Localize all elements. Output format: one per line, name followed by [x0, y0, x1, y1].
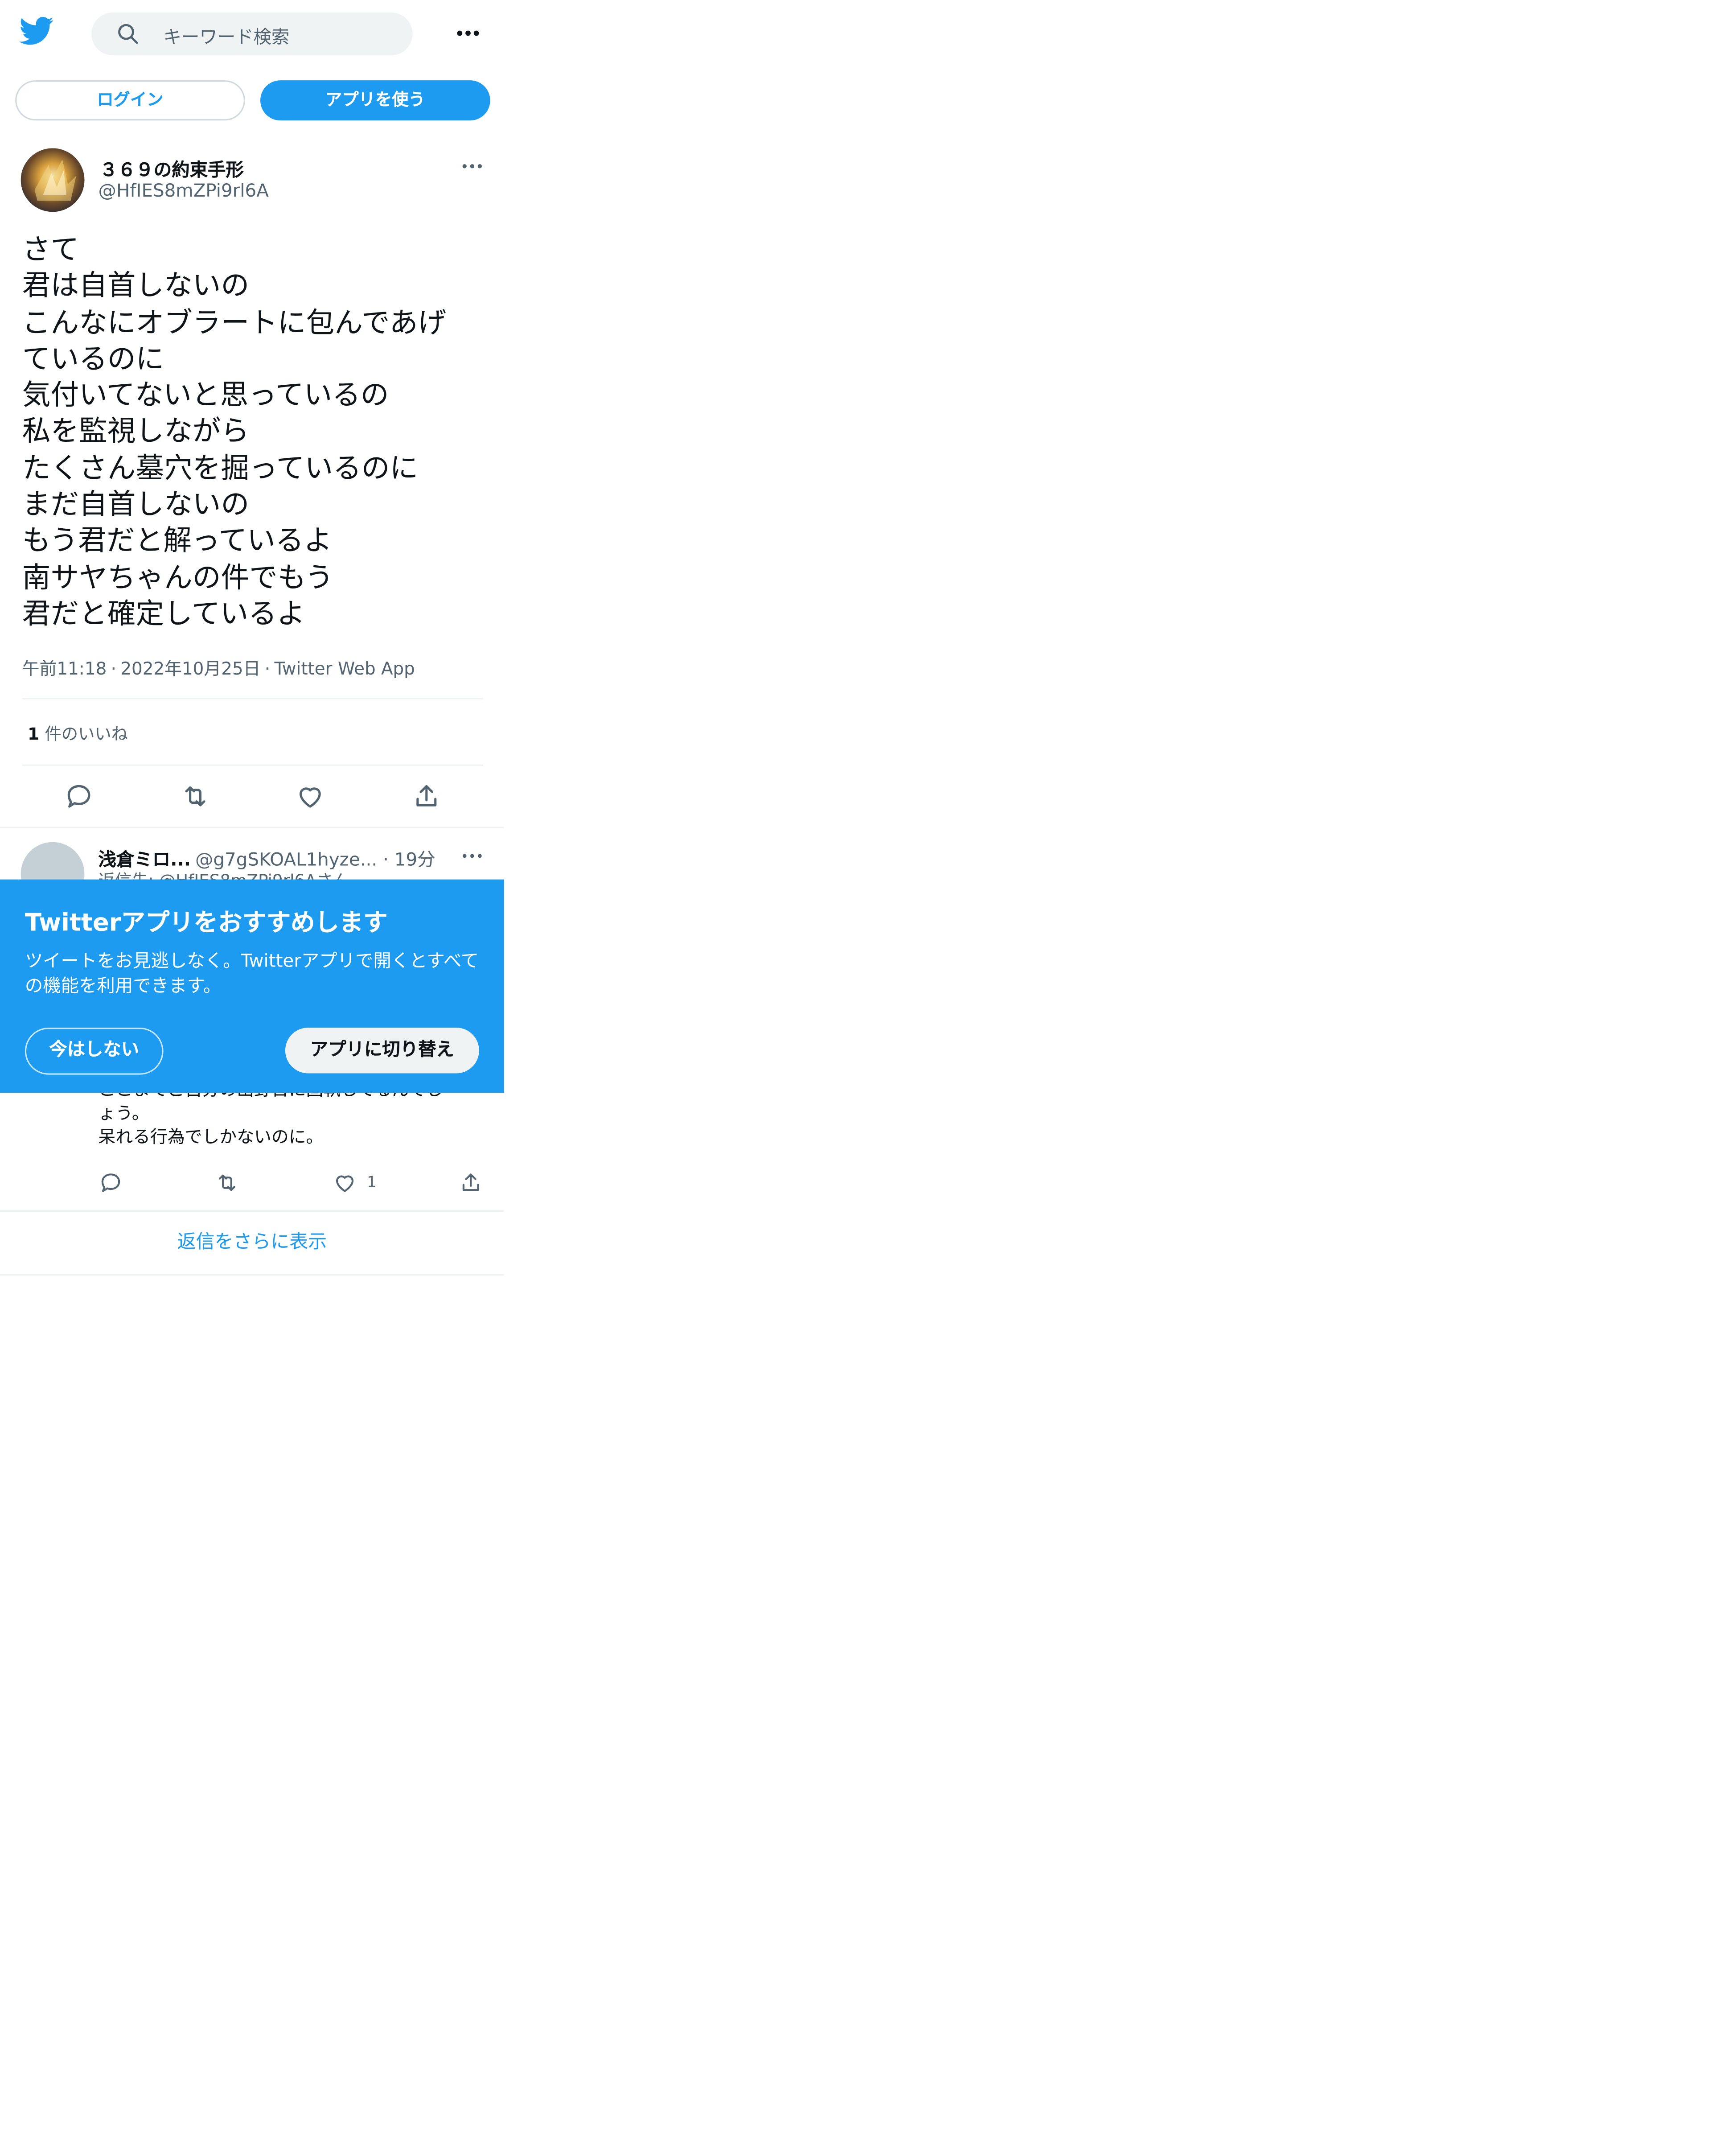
top-bar: キーワード検索 — [0, 0, 504, 66]
tweet-meta: 午前11:18 · 2022年10月25日 · Twitter Web App — [22, 654, 415, 680]
page: キーワード検索 ログイン アプリを使う ３６９の約束手形 @HfIES8mZPi… — [0, 0, 1717, 2156]
more-icon[interactable] — [454, 19, 482, 47]
more-icon[interactable] — [458, 154, 486, 179]
divider — [0, 1274, 504, 1276]
tweet-text-line: 気付いてないと思っているの — [22, 378, 389, 412]
reply-text-line: ょう。 — [98, 1102, 149, 1123]
likes-count[interactable]: 1 件のいいね — [28, 721, 128, 745]
divider — [22, 764, 484, 766]
switch-to-app-button[interactable]: アプリに切り替え — [285, 1028, 479, 1074]
tweet-text-line: 南サヤちゃんの件でもう — [22, 560, 334, 594]
tweet-date[interactable]: 2022年10月25日 — [120, 658, 260, 679]
banner-description: ツイートをお見逃しなく。Twitterアプリで開くとすべての機能を利用できます。 — [25, 951, 479, 997]
like-icon[interactable] — [333, 1170, 357, 1195]
tweet-display-name[interactable]: ３６９の約束手形 — [100, 155, 244, 181]
meta-separator: · — [377, 850, 394, 871]
share-icon[interactable] — [458, 1170, 483, 1195]
avatar[interactable] — [21, 148, 85, 212]
divider — [22, 698, 484, 699]
tweet-text-line: さて — [22, 232, 79, 266]
use-app-button[interactable]: アプリを使う — [260, 80, 490, 121]
reply-text-line: 呆れる行為でしかないのに。 — [98, 1126, 324, 1147]
more-icon[interactable] — [458, 845, 486, 867]
tweet-text-line: 君だと確定しているよ — [22, 597, 305, 630]
retweet-icon[interactable] — [180, 781, 210, 811]
reply-icon[interactable] — [64, 781, 94, 811]
app-promo-banner: Twitterアプリをおすすめします ツイートをお見逃しなく。Twitterアプ… — [0, 879, 504, 1093]
tweet-time[interactable]: 午前11:18 — [22, 658, 107, 679]
tweet-text-line: ているのに — [22, 342, 164, 375]
show-more-replies-link[interactable]: 返信をさらに表示 — [0, 1212, 504, 1274]
reply-handle-time: @g7gSKOAL1hyze... · 19分 — [195, 845, 435, 871]
tweet-text-line: まだ自首しないの — [22, 487, 250, 521]
reply-display-name[interactable]: 浅倉ミロ... — [99, 845, 191, 871]
tweet-text-line: 君は自首しないの — [22, 269, 250, 303]
reply-like-count: 1 — [367, 1173, 377, 1191]
likes-label: 件のいいね — [45, 724, 128, 744]
likes-number: 1 — [28, 724, 40, 744]
not-now-button[interactable]: 今はしない — [25, 1028, 164, 1075]
tweet-source[interactable]: Twitter Web App — [274, 658, 415, 679]
tweet-text-line: たくさん墓穴を掘っているのに — [22, 451, 419, 485]
search-bar[interactable]: キーワード検索 — [91, 12, 413, 56]
login-button[interactable]: ログイン — [15, 80, 245, 121]
twitter-bird-icon[interactable] — [19, 16, 54, 45]
tweet-handle[interactable]: @HfIES8mZPi9rl6A — [99, 181, 269, 202]
tweet-text-line: もう君だと解っているよ — [22, 524, 333, 557]
tweet-text: さて 君は自首しないの こんなにオブラートに包んであげ ているのに 気付いてない… — [22, 231, 493, 632]
like-icon[interactable] — [295, 781, 325, 811]
reply-icon[interactable] — [99, 1170, 123, 1195]
search-input[interactable]: キーワード検索 — [164, 22, 290, 49]
divider — [0, 827, 504, 828]
retweet-icon[interactable] — [215, 1170, 240, 1195]
meta-separator: · — [264, 658, 271, 679]
tweet-text-line: 私を監視しながら — [22, 415, 250, 448]
meta-separator: · — [111, 658, 116, 679]
tweet-text-line: こんなにオブラートに包んであげ — [22, 305, 447, 339]
banner-title: Twitterアプリをおすすめします — [25, 909, 388, 938]
search-icon — [118, 24, 138, 44]
share-icon[interactable] — [411, 781, 442, 811]
reply-time[interactable]: 19分 — [394, 850, 435, 871]
